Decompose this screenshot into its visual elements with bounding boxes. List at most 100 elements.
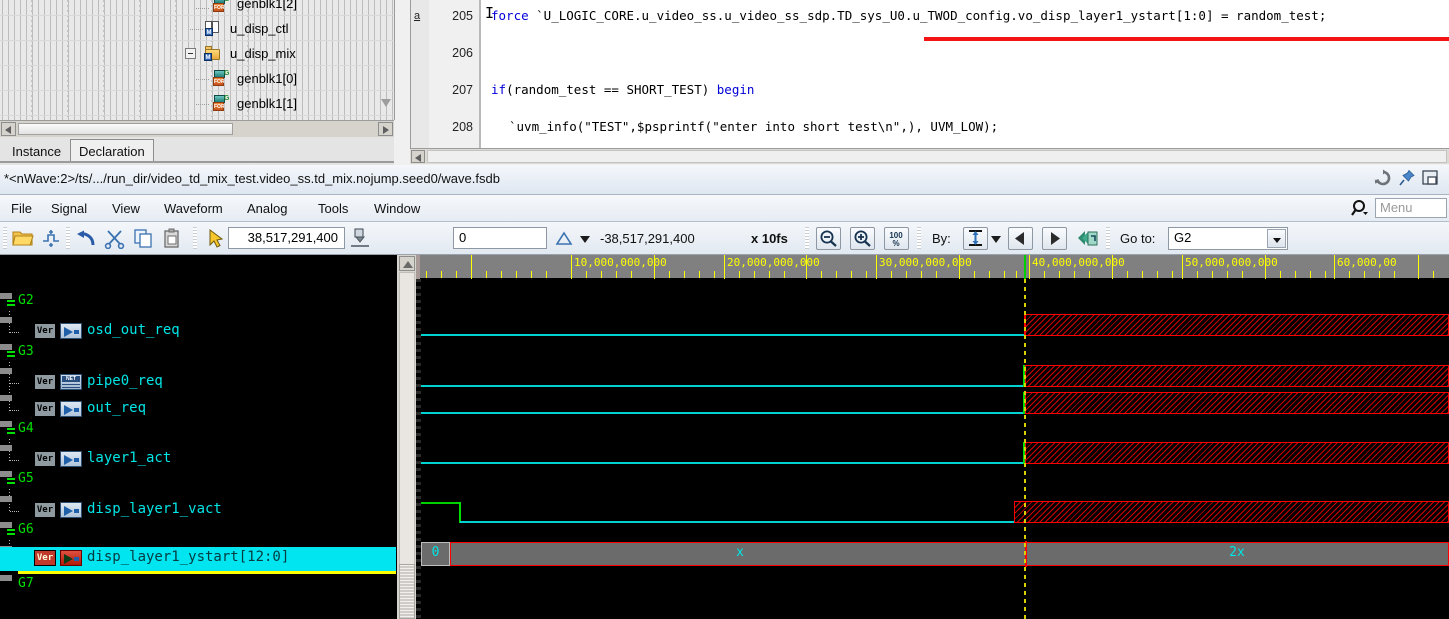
group-handle-icon[interactable]: [7, 350, 15, 358]
paste-icon[interactable]: [162, 228, 184, 249]
tree-row-label: genblk1[0]: [237, 71, 297, 86]
code-line[interactable]: 208 `uvm_info("TEST",$psprintf("enter in…: [411, 111, 1449, 148]
menu-file[interactable]: File: [4, 199, 39, 218]
language-badge: Ver: [34, 550, 56, 566]
bus-value-row: 0 x 2x: [421, 541, 1449, 567]
signal-list-panel[interactable]: G2 Ver osd_out_req G3 Ver NET pipe0_req …: [0, 255, 396, 619]
menu-analog[interactable]: Analog: [240, 199, 294, 218]
menu-window[interactable]: Window: [367, 199, 427, 218]
chevron-down-icon[interactable]: [578, 228, 600, 249]
scrollbar-trough[interactable]: [427, 150, 1447, 163]
search-icon[interactable]: [1351, 199, 1371, 218]
tree-row[interactable]: FOR G genblk1[0]: [0, 67, 394, 91]
signal-row[interactable]: Ver disp_layer1_vact: [0, 499, 396, 523]
tree-row-label: genblk1[1]: [237, 96, 297, 111]
tree-row[interactable]: M u_disp_mix: [0, 42, 394, 66]
tree-connector: [196, 79, 210, 80]
tree-row[interactable]: FOR G genblk1[1]: [0, 92, 394, 116]
snap-icon[interactable]: [1076, 228, 1098, 249]
zoom-out-icon[interactable]: [816, 227, 841, 250]
waveform-canvas[interactable]: 10,000,000,000 20,000,000,000 30,000,000…: [416, 255, 1449, 619]
cursor-marker[interactable]: [1024, 255, 1026, 279]
signal-panel-vertical-scrollbar[interactable]: [396, 255, 416, 619]
menu-waveform[interactable]: Waveform: [157, 199, 230, 218]
cut-icon[interactable]: [104, 228, 126, 250]
toolbar-separator: [805, 227, 809, 249]
signal-row-selected[interactable]: Ver disp_layer1_ystart[12:0]: [0, 547, 396, 571]
current-time-input[interactable]: 38,517,291,400: [228, 227, 345, 249]
signal-name: disp_layer1_ystart[12:0]: [87, 549, 290, 565]
pin-icon[interactable]: [1398, 169, 1416, 187]
group-label: G7: [18, 576, 34, 591]
cursor-line[interactable]: [1024, 279, 1026, 619]
code-line[interactable]: 207 if(random_test == SHORT_TEST) begin: [411, 74, 1449, 111]
tree-horizontal-scrollbar[interactable]: [0, 120, 394, 137]
group-handle-icon[interactable]: [7, 299, 15, 307]
port-out-icon: [60, 323, 82, 339]
tree-row[interactable]: M u_disp_ctl: [0, 17, 394, 41]
code-line[interactable]: a 205 I force `U_LOGIC_CORE.u_video_ss.u…: [411, 0, 1449, 37]
menu-tools[interactable]: Tools: [311, 199, 355, 218]
group-handle-icon[interactable]: [7, 477, 15, 485]
waveform-edge: [459, 502, 461, 523]
scroll-right-arrow[interactable]: [378, 122, 393, 136]
scroll-left-arrow[interactable]: [1, 122, 16, 136]
code-line[interactable]: 206: [411, 37, 1449, 74]
menu-label: Analog: [247, 201, 288, 216]
signal-row[interactable]: Ver out_req: [0, 398, 396, 422]
menu-signal[interactable]: Signal: [44, 199, 94, 218]
selection-underline: [18, 571, 396, 574]
menu-search-input[interactable]: Menu: [1375, 198, 1447, 218]
waveform-x-region: [1025, 365, 1449, 387]
waveform-area: G2 Ver osd_out_req G3 Ver NET pipe0_req …: [0, 255, 1449, 619]
pointer-icon[interactable]: [205, 228, 227, 249]
zoom-in-icon[interactable]: [850, 227, 875, 250]
marker-icon[interactable]: [349, 228, 371, 249]
signal-row[interactable]: Ver osd_out_req: [0, 320, 396, 344]
open-folder-icon[interactable]: [12, 228, 34, 249]
next-icon[interactable]: [1042, 227, 1067, 250]
menu-view[interactable]: View: [105, 199, 147, 218]
reload-signal-icon[interactable]: [40, 228, 62, 249]
tree-row[interactable]: FORG genblk1[2]: [0, 0, 394, 16]
code-editor[interactable]: a 205 I force `U_LOGIC_CORE.u_video_ss.u…: [410, 0, 1449, 148]
tree-scroll-down-arrow[interactable]: [378, 93, 394, 117]
menu-label: Signal: [51, 201, 88, 216]
undock-icon[interactable]: [1422, 169, 1440, 187]
ruler-label: 40,000,000,000: [1032, 256, 1125, 269]
copy-icon[interactable]: [133, 228, 155, 249]
transition-icon[interactable]: [963, 227, 988, 250]
group-handle-icon[interactable]: [7, 427, 15, 435]
refresh-icon[interactable]: [1374, 169, 1392, 187]
toolbar-separator: [917, 227, 921, 249]
editor-horizontal-scrollbar[interactable]: [410, 148, 1449, 164]
signal-row[interactable]: Ver NET pipe0_req: [0, 371, 396, 395]
scrollbar-thumb[interactable]: [399, 564, 415, 619]
time-ruler[interactable]: 10,000,000,000 20,000,000,000 30,000,000…: [416, 255, 1449, 279]
chevron-down-icon[interactable]: [1267, 229, 1286, 248]
delta-icon[interactable]: [555, 228, 577, 249]
waveform-x-region: [1014, 501, 1449, 523]
code-text: if(random_test == SHORT_TEST) begin: [491, 82, 755, 97]
group-handle-icon[interactable]: [7, 528, 15, 536]
tab-declaration[interactable]: Declaration: [70, 139, 154, 163]
goto-group-select[interactable]: G2: [1168, 227, 1288, 250]
zoom-100-icon[interactable]: 100 %: [884, 227, 909, 250]
bus-value-label: 2x: [1229, 545, 1245, 560]
scroll-up-arrow[interactable]: [399, 256, 415, 271]
signal-row[interactable]: Ver layer1_act: [0, 448, 396, 472]
scroll-left-arrow[interactable]: [411, 150, 425, 163]
signal-name: pipe0_req: [87, 373, 163, 389]
genblk-icon: FORG: [212, 0, 229, 12]
group-marker: [0, 575, 12, 581]
instance-tree-panel[interactable]: FORG genblk1[2] M u_disp_ctl M u_disp_mi…: [0, 0, 395, 120]
bus-signal-icon: [60, 550, 82, 566]
scrollbar-thumb[interactable]: [18, 123, 233, 135]
tab-instance[interactable]: Instance: [4, 139, 69, 163]
prev-icon[interactable]: [1008, 227, 1033, 250]
tree-collapse-toggle[interactable]: [185, 48, 196, 59]
marker-time-input[interactable]: 0: [453, 227, 547, 249]
undo-icon[interactable]: [76, 228, 98, 249]
genblk-icon: FORG: [213, 95, 230, 111]
ruler-label: 20,000,000,000: [727, 256, 820, 269]
